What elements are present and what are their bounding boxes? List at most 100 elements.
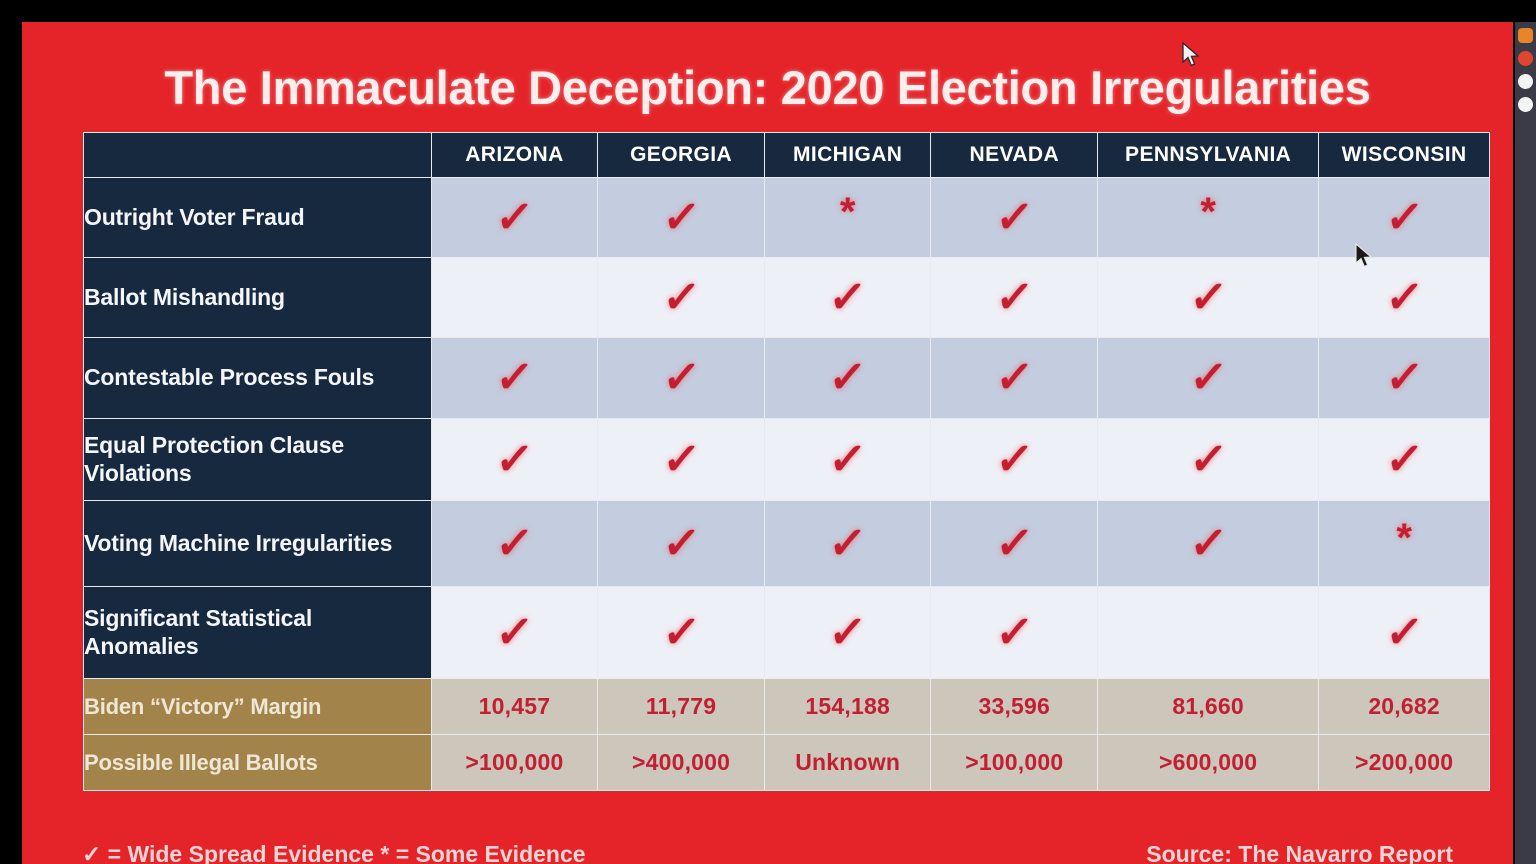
mark-check: ✓ bbox=[993, 192, 1036, 242]
table-row: Contestable Process Fouls ✓ ✓ ✓ ✓ ✓ ✓ bbox=[83, 337, 1490, 419]
cell-statistical-anomalies-pennsylvania bbox=[1097, 586, 1320, 679]
mark-check: ✓ bbox=[1187, 272, 1230, 322]
mark-check: ✓ bbox=[826, 353, 869, 402]
cell-ballot-mishandling-pennsylvania: ✓ bbox=[1097, 257, 1320, 338]
cell-outright-voter-fraud-pennsylvania: * bbox=[1097, 177, 1320, 258]
row-label-significant-statistical-anomalies: Significant Statistical Anomalies bbox=[83, 586, 432, 679]
cell-statistical-anomalies-wisconsin: ✓ bbox=[1318, 586, 1490, 679]
cell-equal-protection-wisconsin: ✓ bbox=[1318, 418, 1490, 501]
cell-equal-protection-georgia: ✓ bbox=[597, 418, 765, 501]
cell-statistical-anomalies-michigan: ✓ bbox=[763, 586, 932, 679]
cell-biden-margin-michigan: 154,188 bbox=[763, 678, 932, 735]
mark-check: ✓ bbox=[826, 272, 869, 322]
mark-check: ✓ bbox=[1187, 353, 1230, 402]
cell-voting-machine-nevada: ✓ bbox=[930, 500, 1099, 587]
mark-check: ✓ bbox=[493, 518, 536, 568]
cell-equal-protection-michigan: ✓ bbox=[763, 418, 932, 501]
mark-check: ✓ bbox=[1383, 192, 1426, 242]
cell-illegal-ballots-nevada: >100,000 bbox=[930, 734, 1099, 791]
column-header-georgia: GEORGIA bbox=[597, 132, 765, 178]
column-header-michigan: MICHIGAN bbox=[763, 132, 932, 178]
cell-illegal-ballots-wisconsin: >200,000 bbox=[1318, 734, 1490, 791]
cell-contestable-process-fouls-georgia: ✓ bbox=[597, 337, 765, 419]
mark-asterisk: * bbox=[1396, 515, 1412, 560]
mark-check: ✓ bbox=[1187, 518, 1230, 568]
mark-check: ✓ bbox=[1383, 607, 1426, 657]
irregularities-table: ARIZONA GEORGIA MICHIGAN NEVADA PENNSYLV… bbox=[83, 132, 1490, 791]
table-row: Significant Statistical Anomalies ✓ ✓ ✓ … bbox=[83, 586, 1490, 679]
app-dock[interactable] bbox=[1515, 22, 1536, 864]
cell-voting-machine-michigan: ✓ bbox=[763, 500, 932, 587]
mouse-pointer-title bbox=[1182, 42, 1200, 67]
table-corner-cell bbox=[83, 132, 432, 178]
cell-outright-voter-fraud-nevada: ✓ bbox=[930, 177, 1099, 258]
row-label-contestable-process-fouls: Contestable Process Fouls bbox=[83, 337, 432, 419]
cell-contestable-process-fouls-arizona: ✓ bbox=[430, 337, 599, 419]
mark-check: ✓ bbox=[826, 518, 869, 568]
settings-icon[interactable] bbox=[1518, 97, 1533, 112]
cell-illegal-ballots-michigan: Unknown bbox=[763, 734, 932, 791]
cell-biden-margin-pennsylvania: 81,660 bbox=[1097, 678, 1320, 735]
mark-check: ✓ bbox=[1187, 434, 1230, 484]
cell-equal-protection-arizona: ✓ bbox=[430, 418, 599, 501]
mark-check: ✓ bbox=[993, 353, 1036, 402]
cell-outright-voter-fraud-michigan: * bbox=[763, 177, 932, 258]
files-icon[interactable] bbox=[1518, 28, 1533, 43]
table-row: Voting Machine Irregularities ✓ ✓ ✓ ✓ ✓ … bbox=[83, 500, 1490, 587]
screen: The Immaculate Deception: 2020 Election … bbox=[0, 0, 1536, 864]
cell-statistical-anomalies-nevada: ✓ bbox=[930, 586, 1099, 679]
cell-illegal-ballots-arizona: >100,000 bbox=[430, 734, 599, 791]
cell-illegal-ballots-georgia: >400,000 bbox=[597, 734, 765, 791]
mark-check: ✓ bbox=[993, 434, 1036, 484]
mark-asterisk: * bbox=[839, 189, 856, 234]
cell-voting-machine-wisconsin: * bbox=[1318, 500, 1490, 587]
row-label-outright-voter-fraud: Outright Voter Fraud bbox=[83, 177, 432, 258]
mark-check: ✓ bbox=[1383, 272, 1426, 322]
document-icon[interactable] bbox=[1518, 74, 1533, 89]
cell-contestable-process-fouls-wisconsin: ✓ bbox=[1318, 337, 1490, 419]
table-summary-row: Possible Illegal Ballots >100,000 >400,0… bbox=[83, 734, 1490, 791]
presentation-slide: The Immaculate Deception: 2020 Election … bbox=[22, 22, 1513, 864]
cell-biden-margin-arizona: 10,457 bbox=[430, 678, 599, 735]
table-header-row: ARIZONA GEORGIA MICHIGAN NEVADA PENNSYLV… bbox=[83, 132, 1490, 178]
source-attribution: Source: The Navarro Report bbox=[1146, 841, 1453, 864]
cell-voting-machine-georgia: ✓ bbox=[597, 500, 765, 587]
cell-equal-protection-pennsylvania: ✓ bbox=[1097, 418, 1320, 501]
cell-statistical-anomalies-georgia: ✓ bbox=[597, 586, 765, 679]
cell-biden-margin-wisconsin: 20,682 bbox=[1318, 678, 1490, 735]
row-label-ballot-mishandling: Ballot Mishandling bbox=[83, 257, 432, 338]
mark-check: ✓ bbox=[660, 518, 703, 568]
mark-check: ✓ bbox=[660, 353, 703, 402]
cell-ballot-mishandling-nevada: ✓ bbox=[930, 257, 1099, 338]
row-label-biden-victory-margin: Biden “Victory” Margin bbox=[83, 678, 432, 735]
cell-biden-margin-nevada: 33,596 bbox=[930, 678, 1099, 735]
column-header-arizona: ARIZONA bbox=[430, 132, 599, 178]
cell-voting-machine-arizona: ✓ bbox=[430, 500, 599, 587]
cell-biden-margin-georgia: 11,779 bbox=[597, 678, 765, 735]
mark-check: ✓ bbox=[993, 607, 1036, 657]
cell-ballot-mishandling-michigan: ✓ bbox=[763, 257, 932, 338]
cell-ballot-mishandling-wisconsin: ✓ bbox=[1318, 257, 1490, 338]
mouse-pointer-table bbox=[1355, 243, 1373, 268]
mark-check: ✓ bbox=[493, 192, 536, 242]
table-row: Equal Protection Clause Violations ✓ ✓ ✓… bbox=[83, 418, 1490, 501]
table-row: Outright Voter Fraud ✓ ✓ * ✓ * ✓ bbox=[83, 177, 1490, 258]
cell-contestable-process-fouls-nevada: ✓ bbox=[930, 337, 1099, 419]
mark-check: ✓ bbox=[493, 607, 536, 657]
mark-check: ✓ bbox=[493, 353, 536, 402]
browser-icon[interactable] bbox=[1518, 51, 1533, 66]
legend-footer: ✓ = Wide Spread Evidence * = Some Eviden… bbox=[82, 841, 586, 864]
cell-ballot-mishandling-georgia: ✓ bbox=[597, 257, 765, 338]
column-header-pennsylvania: PENNSYLVANIA bbox=[1097, 132, 1320, 178]
cell-contestable-process-fouls-michigan: ✓ bbox=[763, 337, 932, 419]
row-label-voting-machine-irregularities: Voting Machine Irregularities bbox=[83, 500, 432, 587]
mark-check: ✓ bbox=[493, 434, 536, 484]
mark-check: ✓ bbox=[660, 192, 703, 242]
column-header-nevada: NEVADA bbox=[930, 132, 1099, 178]
cell-outright-voter-fraud-georgia: ✓ bbox=[597, 177, 765, 258]
slide-title: The Immaculate Deception: 2020 Election … bbox=[164, 61, 1371, 114]
mark-check: ✓ bbox=[826, 434, 869, 484]
mark-check: ✓ bbox=[660, 434, 703, 484]
mark-check: ✓ bbox=[993, 518, 1036, 568]
cell-equal-protection-nevada: ✓ bbox=[930, 418, 1099, 501]
